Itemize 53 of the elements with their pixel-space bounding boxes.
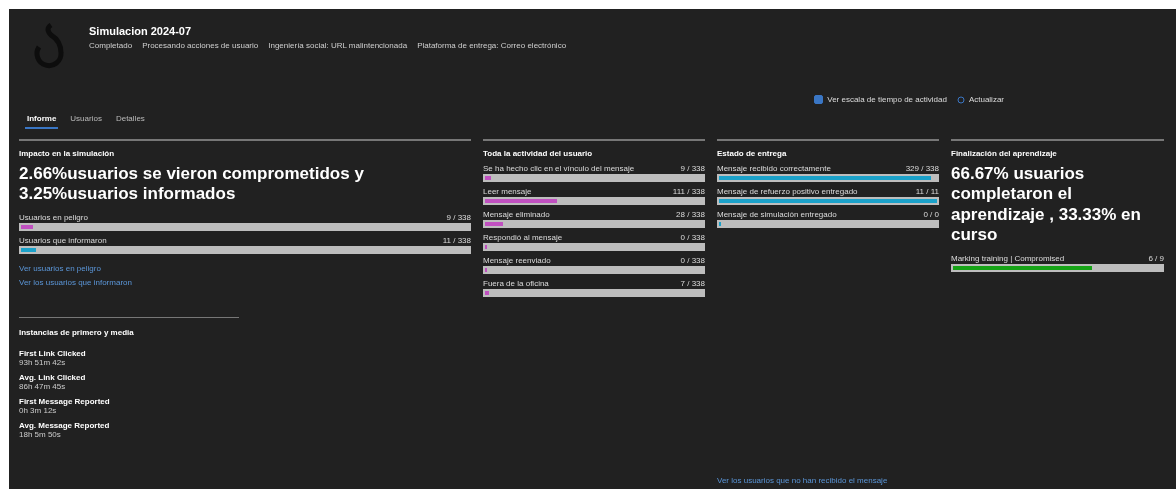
timeline-checkbox[interactable]: Ver escala de tiempo de actividad	[814, 95, 947, 104]
simulation-detail: Procesando acciones de usuario	[142, 41, 259, 50]
bar-label: Marking training | Compromised	[951, 253, 1065, 263]
tab[interactable]: Usuarios	[68, 110, 104, 129]
bar-label: Mensaje de simulación entregado	[717, 210, 837, 219]
bar-label: Mensaje reenviado	[483, 256, 551, 265]
section-title: Instancias de primero y media	[19, 327, 135, 337]
bar-label: Respondió al mensaje	[483, 233, 563, 242]
users-link[interactable]: Ver los usuarios que no han recibido el mensaje	[717, 476, 939, 485]
bar-count: 11 / 11	[915, 187, 939, 196]
bar-count: 6 / 9	[1148, 253, 1164, 263]
bar-label: Mensaje recibido correctamente	[717, 164, 831, 173]
simulation-detail: Completado	[89, 41, 133, 50]
users-link[interactable]: Ver los usuarios que informaron	[19, 277, 471, 287]
bar-label: Usuarios en peligro	[19, 212, 88, 222]
bar-label: Mensaje eliminado	[483, 210, 550, 219]
metric-value: 93h 51m 42s	[19, 357, 67, 367]
tab[interactable]: Informe	[25, 110, 59, 129]
bar-label: Leer mensaje	[483, 187, 532, 196]
bar-count: 9 / 338	[680, 164, 705, 173]
metric-label: First Link Clicked	[19, 348, 87, 358]
bar-count: 111 / 338	[672, 187, 705, 196]
bar-label: Usuarios que informaron	[19, 235, 107, 245]
bar-count: 329 / 338	[905, 164, 939, 173]
bar-count: 9 / 338	[446, 212, 471, 222]
simulation-detail: Ingeniería social: URL malintencionada	[268, 41, 408, 50]
metric-label: Avg. Message Reported	[19, 420, 111, 430]
metric-label: First Message Reported	[19, 396, 111, 406]
users-link[interactable]: Ver usuarios en peligro	[19, 263, 471, 273]
simulation-title: Simulacion 2024-07	[89, 25, 193, 37]
section-title: Finalización del aprendizaje	[951, 149, 1058, 158]
bar-count: 11 / 338	[442, 235, 471, 245]
bar-count: 7 / 338	[680, 279, 705, 288]
bar-label: Se ha hecho clic en el vínculo del mensaje	[483, 164, 635, 173]
metric-value: 18h 5m 50s	[19, 429, 61, 439]
bar-count: 0 / 0	[923, 210, 939, 219]
bar-count: 28 / 338	[676, 210, 705, 219]
bar-count: 0 / 338	[680, 256, 705, 265]
refresh-icon	[956, 95, 965, 104]
tab[interactable]: Detalles	[113, 110, 147, 129]
metric-label: Avg. Link Clicked	[19, 372, 87, 382]
training-headline: 66.67% usuarios completaron el aprendizaje , 33.33% en curso	[951, 164, 1142, 246]
section-title: Toda la actividad del usuario	[483, 149, 594, 158]
bar-count: 0 / 338	[680, 233, 705, 242]
bar-label: Mensaje de refuerzo positivo entregado	[717, 187, 858, 196]
refresh-button[interactable]: Actualizar	[956, 95, 1004, 104]
section-title: Impacto en la simulación	[19, 149, 116, 158]
simulation-detail: Plataforma de entrega: Correo electrónico	[417, 41, 567, 50]
impact-headline: 2.66%usuarios se vieron comprometidos y 3.25%usuarios informados	[19, 164, 365, 205]
metric-value: 0h 3m 12s	[19, 405, 57, 415]
section-title: Estado de entrega	[717, 149, 788, 158]
bar-label: Fuera de la oficina	[483, 279, 549, 288]
metric-value: 86h 47m 45s	[19, 381, 67, 391]
